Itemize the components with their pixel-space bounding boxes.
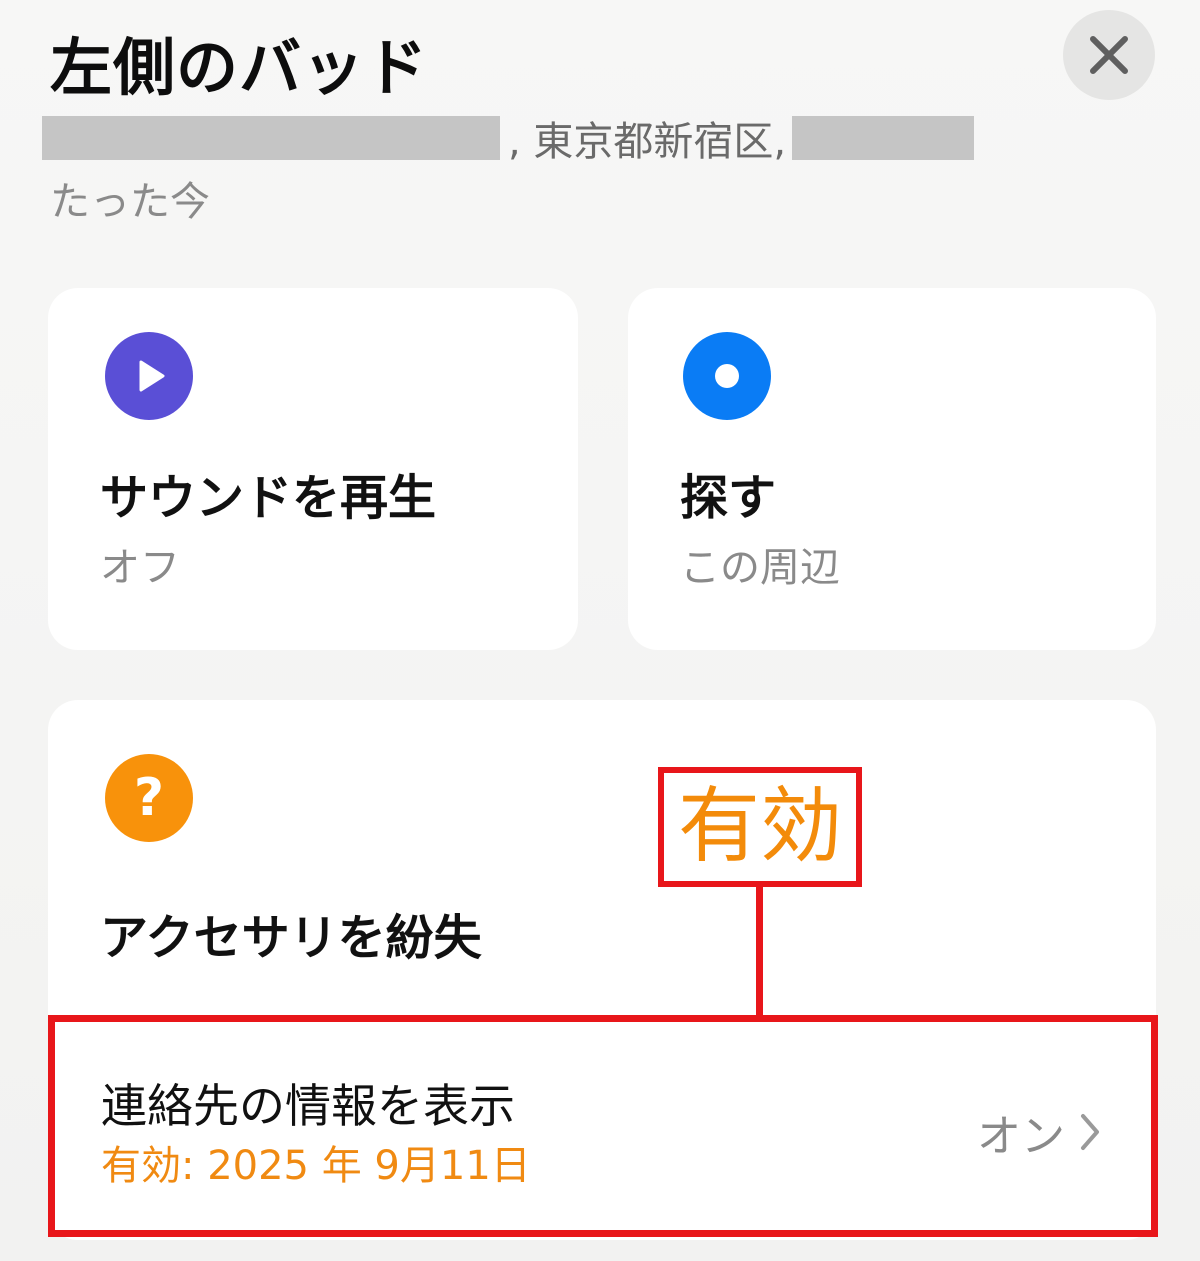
contact-info-status: オン [977, 1100, 1101, 1164]
play-sound-card[interactable]: サウンドを再生 オフ [48, 288, 578, 650]
page-title: 左側のバッド [50, 31, 429, 104]
question-icon: ? [105, 754, 193, 842]
find-nearby-card[interactable]: 探す この周辺 [628, 288, 1156, 650]
show-contact-info-row[interactable]: 連絡先の情報を表示 有効: 2025 年 9月11日 オン [48, 1015, 1158, 1237]
find-label: 探す [680, 470, 777, 526]
play-sound-label: サウンドを再生 [100, 470, 437, 526]
redacted-address-part [792, 116, 975, 160]
redacted-address-part [42, 116, 500, 160]
item-detail-sheet: 左側のバッド , 東京都新宿区, たった今 サウンドを再生 オフ 探す この周辺 [0, 0, 1200, 1261]
annotation-callout: 有効 [658, 767, 862, 887]
annotation-label: 有効 [677, 779, 842, 874]
chevron-right-icon [1081, 1114, 1099, 1150]
last-seen-timestamp: たった今 [50, 179, 210, 225]
address-city: , 東京都新宿区, [508, 119, 787, 165]
annotation-connector [756, 887, 763, 1015]
play-icon [105, 332, 193, 420]
contact-info-validity: 有効: 2025 年 9月11日 [101, 1143, 531, 1189]
close-button[interactable] [1063, 10, 1155, 100]
close-icon [1090, 36, 1128, 74]
find-status: この周辺 [680, 545, 840, 591]
lost-mode-title: アクセサリを紛失 [100, 910, 482, 966]
play-sound-status: オフ [100, 545, 180, 591]
find-nearby-icon [683, 332, 771, 420]
contact-info-status-label: オン [977, 1111, 1065, 1162]
location-address: , 東京都新宿区, [42, 112, 975, 165]
contact-info-title: 連絡先の情報を表示 [101, 1079, 515, 1133]
